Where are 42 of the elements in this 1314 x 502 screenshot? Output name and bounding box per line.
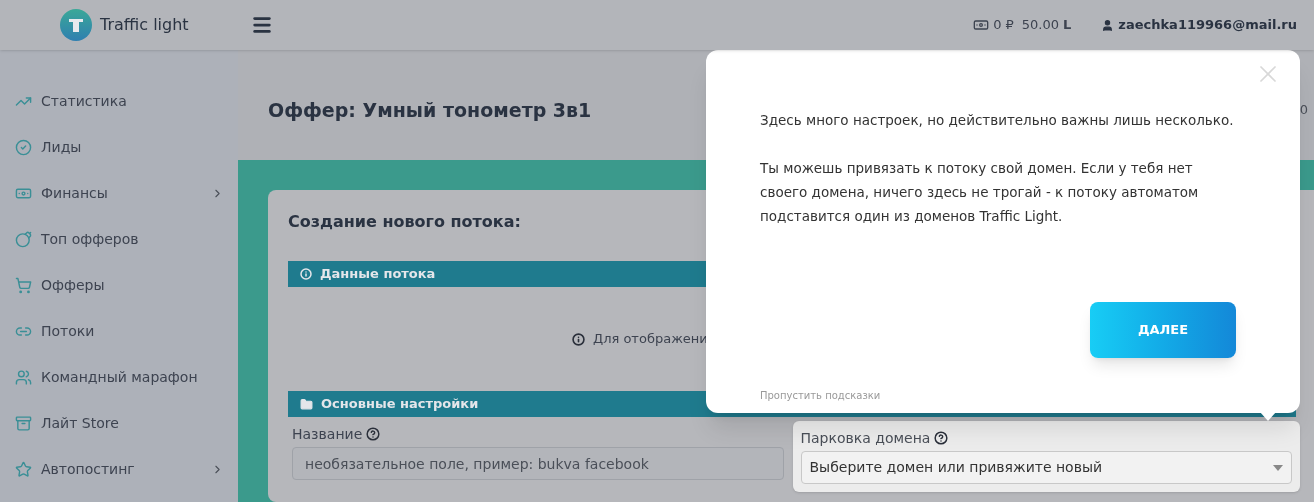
help-icon[interactable]: [366, 427, 381, 441]
next-button[interactable]: ДАЛЕЕ: [1090, 302, 1236, 358]
card-title: Создание нового потока:: [288, 211, 521, 233]
menu-icon[interactable]: [251, 14, 273, 36]
caret-icon: [1273, 464, 1283, 471]
sidebar-icon: [15, 138, 32, 156]
sidebar-item[interactable]: Топ офферов: [0, 226, 238, 252]
field-label: Парковка домена: [800, 428, 931, 448]
name-input-field[interactable]: необязательное поле, пример: bukva facebook: [292, 447, 784, 480]
page-title: Оффер: Умный тонометр 3в1: [268, 97, 592, 123]
tour-text: Здесь много настроек, но действительно важны лишь несколько.: [760, 111, 1235, 130]
help-icon[interactable]: [934, 431, 949, 445]
balance-rub: 0 ₽: [993, 16, 1014, 35]
user-email[interactable]: zaechka119966@mail.ru: [1118, 15, 1297, 35]
tour-text: Ты можешь привязать к потоку свой домен. Если у тебя нет своего домена, ничего здесь не трогай - к потоку автоматом подставится один из доменов Traffic Light.: [760, 159, 1200, 226]
sidebar-item[interactable]: Лайт Store: [0, 410, 238, 436]
sidebar-icon: [15, 368, 32, 386]
sidebar-item[interactable]: Автопостинг: [0, 456, 238, 482]
sidebar-item[interactable]: Финансы: [0, 180, 238, 206]
money-icon: [973, 17, 990, 33]
user-icon: [1101, 18, 1115, 32]
skip-link[interactable]: Пропустить подсказки: [760, 388, 881, 403]
sidebar-item[interactable]: Статистика: [0, 88, 238, 114]
sidebar-icon: [15, 230, 32, 248]
balance-leads: 50.00: [1021, 16, 1060, 35]
folder-icon: [300, 397, 313, 411]
logo-icon: [60, 9, 92, 41]
info-text: Для отображени: [593, 330, 708, 349]
sidebar-icon: [15, 276, 32, 294]
sidebar-item[interactable]: Командный марафон: [0, 364, 238, 390]
domain-select[interactable]: Выберите домен или привяжите новый: [800, 451, 1292, 484]
logo-text: Traffic light: [100, 14, 189, 36]
sidebar-item[interactable]: Лиды: [0, 134, 238, 160]
sidebar-item[interactable]: Потоки: [0, 318, 238, 344]
page-side-text: 0: [1299, 101, 1308, 120]
sidebar-item[interactable]: Офферы: [0, 272, 238, 298]
sidebar-icon: [15, 460, 32, 478]
leads-sign: L: [1063, 16, 1072, 35]
info-icon: [572, 332, 585, 346]
info-icon: [300, 268, 312, 280]
sidebar-icon: [15, 414, 32, 432]
field-label: Название: [292, 424, 363, 444]
